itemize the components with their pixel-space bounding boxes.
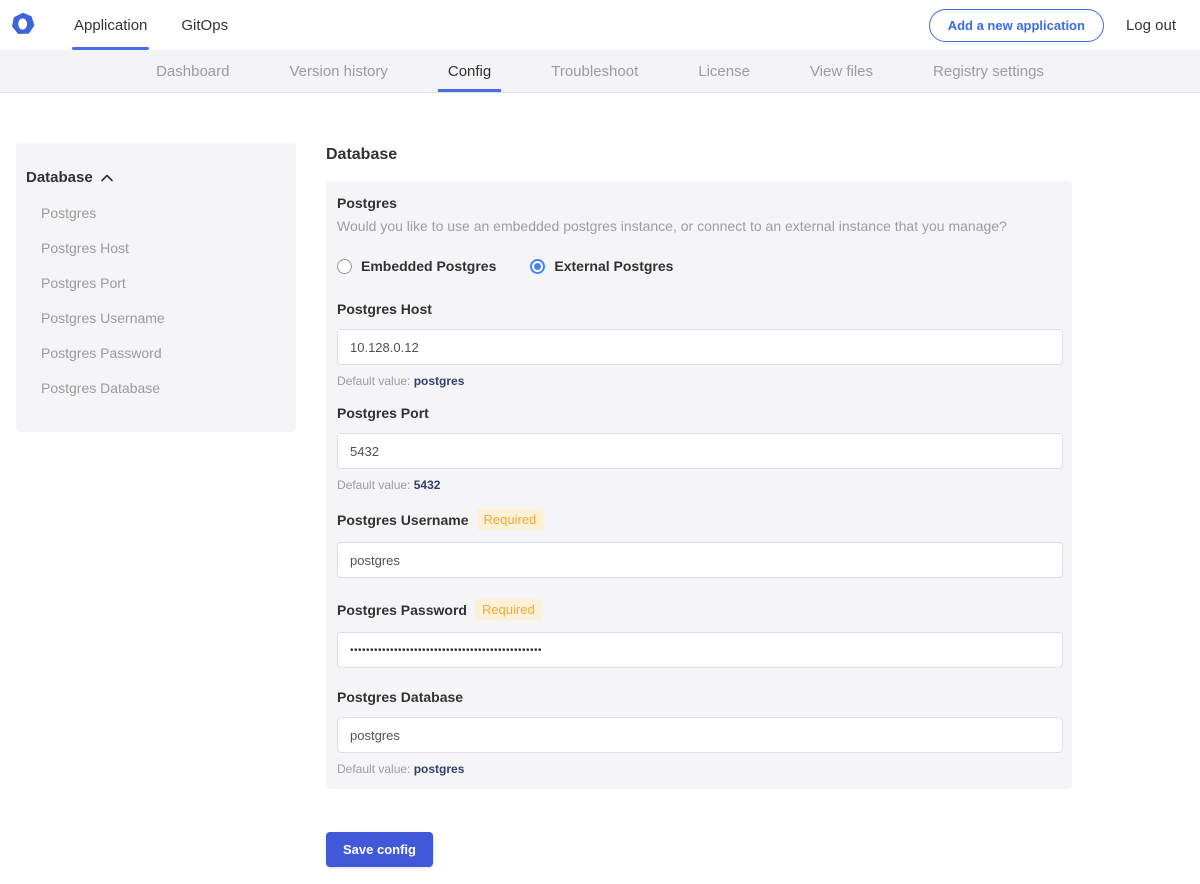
field-postgres-password: Postgres Password Required <box>337 599 1063 687</box>
radio-external-postgres[interactable]: External Postgres <box>530 258 673 274</box>
logout-button[interactable]: Log out <box>1126 17 1176 34</box>
subnav-item-troubleshoot[interactable]: Troubleshoot <box>541 50 648 92</box>
app-subnav: Dashboard Version history Config Trouble… <box>0 50 1200 93</box>
field-postgres-port: Postgres Port Default value: 5432 <box>337 405 1063 492</box>
tab-application-label: Application <box>74 16 148 34</box>
required-badge: Required <box>474 599 542 620</box>
add-application-button[interactable]: Add a new application <box>928 8 1104 42</box>
postgres-database-default: Default value: postgres <box>337 762 1062 776</box>
radio-unselected-icon <box>337 258 352 274</box>
field-postgres-database: Postgres Database Default value: postgre… <box>337 689 1063 776</box>
default-label: Default value: <box>337 478 414 492</box>
postgres-config-panel: Postgres Would you like to use an embedd… <box>326 181 1072 789</box>
top-tabs: Application GitOps <box>72 0 260 50</box>
field-postgres-password-label: Postgres Password <box>337 601 467 618</box>
field-postgres-username-label: Postgres Username <box>337 511 469 528</box>
subnav-item-registry-settings[interactable]: Registry settings <box>923 50 1054 92</box>
config-sidebar: Database Postgres Postgres Host Postgres… <box>16 143 296 432</box>
default-label: Default value: <box>337 374 414 388</box>
postgres-mode-radio-group: Embedded Postgres External Postgres <box>337 258 1062 274</box>
field-postgres-database-label: Postgres Database <box>337 689 464 705</box>
sidebar-item-postgres-password[interactable]: Postgres Password <box>26 336 286 371</box>
sidebar-group-database-label: Database <box>26 169 93 186</box>
radio-external-postgres-label: External Postgres <box>554 258 674 274</box>
radio-embedded-postgres-label: Embedded Postgres <box>361 258 497 274</box>
postgres-username-input[interactable] <box>337 542 1063 578</box>
default-value: postgres <box>413 374 465 388</box>
postgres-host-input[interactable] <box>337 329 1063 365</box>
page-title: Database <box>326 146 398 163</box>
postgres-password-input[interactable] <box>337 632 1063 668</box>
subnav-item-dashboard[interactable]: Dashboard <box>146 50 239 92</box>
sidebar-item-postgres[interactable]: Postgres <box>26 196 286 231</box>
required-badge: Required <box>476 509 544 530</box>
postgres-host-default: Default value: postgres <box>337 374 1062 388</box>
group-help-text: Would you like to use an embedded postgr… <box>337 218 1007 234</box>
postgres-port-input[interactable] <box>337 433 1063 469</box>
subnav-item-config[interactable]: Config <box>437 50 502 92</box>
tab-gitops[interactable]: GitOps <box>179 0 230 50</box>
sidebar-group-database[interactable]: Database <box>26 169 286 186</box>
top-header: Application GitOps Add a new application… <box>0 0 1200 50</box>
subnav-item-view-files[interactable]: View files <box>800 50 883 92</box>
field-postgres-username: Postgres Username Required <box>337 509 1063 597</box>
header-right: Add a new application Log out <box>928 0 1200 50</box>
app-logo[interactable] <box>10 0 36 50</box>
field-postgres-host-label: Postgres Host <box>337 301 432 317</box>
kots-logo-icon <box>12 12 35 35</box>
default-value: 5432 <box>413 478 441 492</box>
chevron-up-icon <box>100 174 113 181</box>
radio-selected-icon <box>530 258 546 274</box>
tab-gitops-label: GitOps <box>181 16 229 34</box>
field-postgres-port-label: Postgres Port <box>337 405 429 421</box>
sidebar-item-postgres-port[interactable]: Postgres Port <box>26 266 286 301</box>
config-main: Database Postgres Would you like to use … <box>326 93 1072 867</box>
sidebar-item-postgres-username[interactable]: Postgres Username <box>26 301 286 336</box>
postgres-port-default: Default value: 5432 <box>337 478 1062 492</box>
postgres-database-input[interactable] <box>337 717 1063 753</box>
subnav-item-license[interactable]: License <box>688 50 760 92</box>
subnav-item-version-history[interactable]: Version history <box>279 50 397 92</box>
field-postgres-host: Postgres Host Default value: postgres <box>337 301 1063 388</box>
radio-embedded-postgres[interactable]: Embedded Postgres <box>337 258 496 274</box>
sidebar-item-postgres-database[interactable]: Postgres Database <box>26 371 286 406</box>
sidebar-item-postgres-host[interactable]: Postgres Host <box>26 231 286 266</box>
content-area: Database Postgres Postgres Host Postgres… <box>0 93 1200 867</box>
group-label-postgres: Postgres <box>337 195 397 211</box>
default-label: Default value: <box>337 762 414 776</box>
default-value: postgres <box>413 762 465 776</box>
save-config-button[interactable]: Save config <box>326 832 433 867</box>
tab-application[interactable]: Application <box>72 0 150 50</box>
